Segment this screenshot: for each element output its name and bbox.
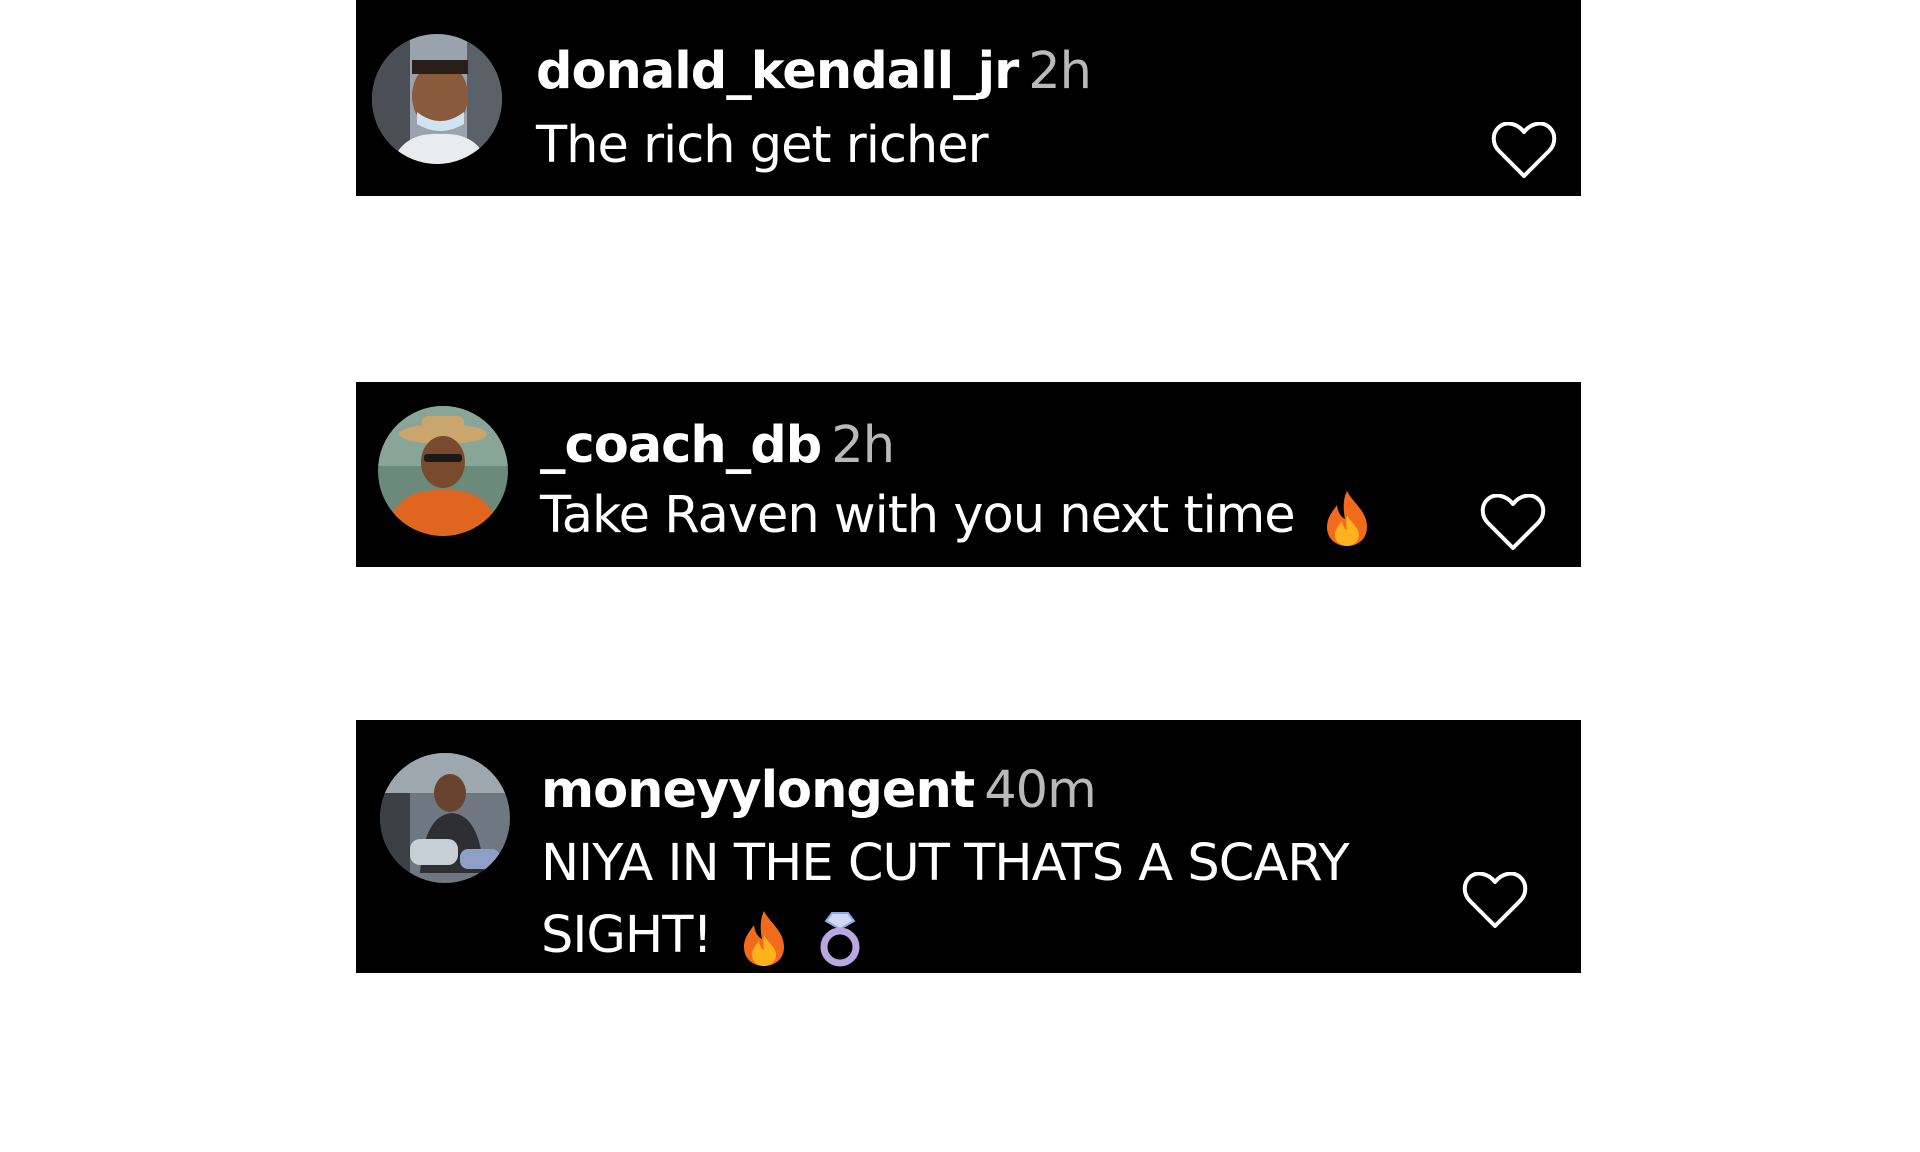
avatar[interactable]	[372, 34, 502, 164]
timestamp: 2h	[1028, 42, 1092, 101]
comment-text: Take Raven with you next time	[540, 480, 1371, 552]
fire-emoji-icon	[1323, 489, 1371, 547]
comment-header: donald_kendall_jr 2h	[536, 46, 1092, 97]
heart-icon[interactable]	[1462, 872, 1528, 930]
username[interactable]: moneyylongent	[541, 761, 975, 820]
avatar[interactable]	[378, 406, 508, 536]
avatar[interactable]	[380, 753, 510, 883]
heart-icon[interactable]	[1491, 122, 1557, 180]
timestamp: 40m	[984, 761, 1097, 820]
comment-item: donald_kendall_jr 2h The rich get richer	[356, 0, 1581, 196]
heart-icon[interactable]	[1480, 494, 1546, 552]
ring-emoji-icon	[816, 909, 864, 967]
comment-header: _coach_db 2h	[540, 420, 895, 471]
comment-text-content: Take Raven with you next time	[540, 486, 1296, 545]
fire-emoji-icon	[740, 909, 788, 967]
username[interactable]: donald_kendall_jr	[536, 42, 1019, 101]
timestamp: 2h	[831, 416, 895, 475]
comment-item: _coach_db 2h Take Raven with you next tim…	[356, 382, 1581, 567]
comment-text: The rich get richer	[536, 110, 989, 182]
comment-item: moneyylongent 40m NIYA IN THE CUT THATS A…	[356, 720, 1581, 973]
username[interactable]: _coach_db	[540, 416, 822, 475]
comment-text: NIYA IN THE CUT THATS A SCARY SIGHT!	[541, 828, 1421, 972]
comment-text-content: NIYA IN THE CUT THATS A SCARY SIGHT!	[541, 834, 1350, 965]
comment-text-content: The rich get richer	[536, 116, 989, 175]
comment-header: moneyylongent 40m	[541, 765, 1097, 816]
